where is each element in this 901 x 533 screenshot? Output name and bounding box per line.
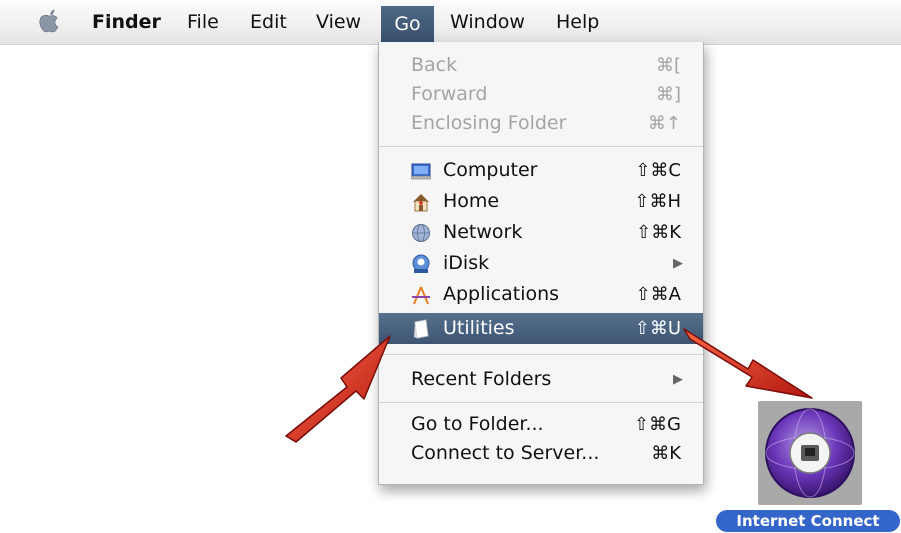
menu-item-label: Recent Folders — [411, 368, 552, 390]
shortcut-label: ⇧⌘C — [635, 160, 681, 181]
menu-item-computer[interactable]: Computer ⇧⌘C — [379, 155, 703, 186]
apple-menu-icon[interactable] — [38, 9, 60, 33]
go-menu-dropdown: Back ⌘[ Forward ⌘] Enclosing Folder ⌘↑ C… — [378, 42, 704, 485]
menu-edit[interactable]: Edit — [250, 0, 287, 44]
menu-separator — [379, 146, 703, 147]
menu-item-home[interactable]: Home ⇧⌘H — [379, 186, 703, 217]
computer-icon — [411, 163, 431, 180]
menu-item-go-to-folder[interactable]: Go to Folder... ⇧⌘G — [379, 409, 703, 440]
menu-separator — [379, 402, 703, 403]
menu-item-label: Enclosing Folder — [411, 112, 567, 134]
menu-item-connect-to-server[interactable]: Connect to Server... ⌘K — [379, 438, 703, 469]
shortcut-label: ⌘K — [651, 443, 681, 464]
menu-finder[interactable]: Finder — [92, 0, 161, 44]
menu-bar: Finder File Edit View Go Window Help — [0, 0, 901, 45]
menu-window[interactable]: Window — [450, 0, 525, 44]
internet-connect-label[interactable]: Internet Connect — [716, 510, 900, 532]
shortcut-label: ⌘↑ — [647, 113, 681, 134]
shortcut-label: ⇧⌘U — [634, 318, 681, 339]
menu-help[interactable]: Help — [556, 0, 599, 44]
menu-item-label: Forward — [411, 83, 488, 105]
menu-separator — [379, 354, 703, 355]
shortcut-label: ⌘] — [655, 84, 681, 105]
shortcut-label: ⌘[ — [655, 55, 681, 76]
home-icon — [413, 194, 429, 212]
network-globe-icon — [412, 224, 430, 242]
menu-item-label: Home — [443, 190, 500, 212]
menu-item-label: Applications — [443, 283, 560, 305]
menu-item-applications[interactable]: Applications ⇧⌘A — [379, 279, 703, 310]
utilities-icon — [414, 319, 429, 339]
menu-item-forward: Forward ⌘] — [379, 79, 703, 110]
internet-connect-icon — [765, 408, 855, 498]
menu-go[interactable]: Go — [381, 6, 434, 42]
internet-connect-app-icon[interactable] — [758, 401, 862, 505]
menu-item-label: Network — [443, 221, 523, 243]
menu-file[interactable]: File — [187, 0, 219, 44]
shortcut-label: ⇧⌘A — [635, 284, 681, 305]
menu-item-recent-folders[interactable]: Recent Folders ▶ — [379, 364, 703, 395]
menu-item-label: Back — [411, 54, 458, 76]
shortcut-label: ⇧⌘H — [634, 191, 681, 212]
menu-item-utilities[interactable]: Utilities ⇧⌘U — [379, 313, 703, 344]
menu-item-enclosing-folder: Enclosing Folder ⌘↑ — [379, 108, 703, 139]
menu-item-label: Go to Folder... — [411, 413, 544, 435]
shortcut-label: ⇧⌘G — [633, 414, 681, 435]
menu-item-back: Back ⌘[ — [379, 50, 703, 81]
menu-view[interactable]: View — [316, 0, 361, 44]
menu-item-label: Connect to Server... — [411, 442, 600, 464]
arrow-up-to-utilities — [285, 335, 391, 443]
menu-item-label: iDisk — [443, 252, 490, 274]
menu-item-network[interactable]: Network ⇧⌘K — [379, 217, 703, 248]
submenu-arrow-icon: ▶ — [673, 256, 683, 271]
submenu-arrow-icon: ▶ — [673, 372, 683, 387]
menu-item-label: Computer — [443, 159, 538, 181]
applications-icon — [412, 286, 430, 305]
menu-item-label: Utilities — [443, 317, 515, 339]
menu-item-idisk[interactable]: iDisk ▶ — [379, 248, 703, 279]
idisk-icon — [412, 254, 430, 273]
shortcut-label: ⇧⌘K — [636, 222, 681, 243]
